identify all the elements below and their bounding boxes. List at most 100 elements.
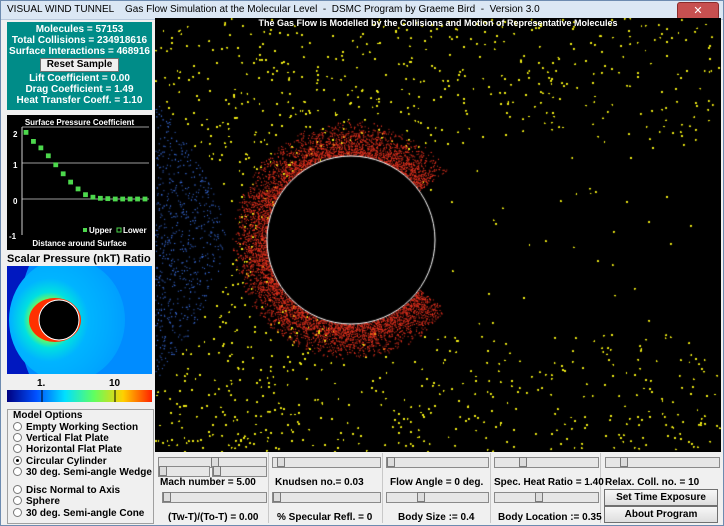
upper-point [113,197,118,201]
radio-icon [13,443,22,453]
heat-ratio-label: Spec. Heat Ratio = 1.40 [494,477,604,488]
legend-upper-label: Upper [89,226,112,235]
upper-point [83,192,88,197]
temperature-ratio-label: (Tw-T)/(To-T) = 0.00 [168,512,259,523]
slider-thumb[interactable] [417,492,425,502]
radio-icon [13,484,22,494]
option-label: Vertical Flat Plate [26,433,109,444]
option-label: Circular Cylinder [26,456,107,467]
divider [268,453,269,523]
statistics-panel: Molecules = 57153 Total Collisions = 234… [7,22,152,110]
relaxation-slider[interactable] [605,457,720,468]
upper-point [46,153,51,158]
body-size-label: Body Size := 0.4 [398,512,475,523]
slider-thumb[interactable] [387,457,395,467]
option-cone[interactable]: 30 deg. Semi-angle Cone [13,507,145,519]
lift-coefficient: Lift Coefficient = 0.00 [29,73,130,84]
option-disc-normal[interactable]: Disc Normal to Axis [13,484,121,496]
tick-label: 2 [13,130,18,139]
surface-interactions: Surface Interactions = 468916 [9,46,150,57]
upper-point [31,139,36,144]
option-label: 30 deg. Semi-angle Cone [26,508,145,519]
close-icon: ✕ [693,4,703,17]
pressure-coefficient-chart: Surface Pressure Coefficient 2 1 0 -1 Up… [7,115,152,250]
scale-high-label: 10 [109,378,121,389]
window-title: VISUAL WIND TUNNEL Gas Flow Simulation a… [7,4,540,15]
heat-transfer-coefficient: Heat Transfer Coeff. = 1.10 [16,95,143,106]
scale-low-label: 1. [37,378,46,389]
divider [382,453,383,523]
slider-thumb[interactable] [213,466,221,476]
upper-point [38,145,43,150]
radio-icon [13,507,22,517]
slider-thumb[interactable] [159,466,167,476]
flow-simulation-view [155,18,721,452]
model-options-title: Model Options [12,410,84,421]
legend-lower-swatch [116,227,122,233]
upper-point [105,196,110,201]
mach-fine-slider-2[interactable] [212,466,267,477]
upper-point [143,197,147,201]
temperature-ratio-slider[interactable] [162,492,267,503]
heat-ratio-slider[interactable] [494,457,599,468]
upper-point [53,162,58,167]
option-vertical-flat-plate[interactable]: Vertical Flat Plate [13,432,109,444]
option-label: Horizontal Flat Plate [26,444,123,455]
about-program-button[interactable]: About Program [604,506,718,523]
option-label: Disc Normal to Axis [26,485,121,496]
body-location-label: Body Location := 0.35 [498,512,602,523]
radio-icon [13,495,22,505]
total-collisions: Total Collisions = 234918616 [11,35,148,46]
upper-point [61,171,66,176]
upper-point [76,186,81,191]
specular-slider[interactable] [272,492,381,503]
tick-label: 0 [13,197,18,206]
slider-thumb[interactable] [163,492,171,502]
upper-point [68,180,73,185]
flow-angle-label: Flow Angle = 0 deg. [390,477,484,488]
body-location-slider[interactable] [494,492,599,503]
upper-point [135,197,140,201]
reset-sample-button[interactable]: Reset Sample [39,58,120,72]
slider-thumb[interactable] [620,457,628,467]
option-label: 30 deg. Semi-angle Wedge [26,467,152,478]
option-horizontal-flat-plate[interactable]: Horizontal Flat Plate [13,443,123,455]
option-empty-working-section[interactable]: Empty Working Section [13,421,139,433]
set-time-exposure-button[interactable]: Set Time Exposure [604,489,718,506]
relaxation-label: Relax. Coll. no. = 10 [605,477,700,488]
upper-point [98,196,103,201]
chart-plot: 2 1 0 -1 Upper Lower [9,126,149,241]
mach-number-label: Mach number = 5.00 [160,477,256,488]
drag-coefficient: Drag Coefficient = 1.49 [25,84,134,95]
option-label: Empty Working Section [26,422,139,433]
specular-label: % Specular Refl. = 0 [277,512,373,523]
upper-point [120,197,125,201]
molecules-count: Molecules = 57153 [35,24,124,35]
radio-icon [13,466,22,476]
option-label: Sphere [26,496,60,507]
scalar-pressure-label: Scalar Pressure (nkT) Ratio [7,253,151,265]
color-scale-bar: 1. 10 [7,378,152,402]
upper-point [90,195,95,200]
model-options-group: Model Options Empty Working Section Vert… [7,409,154,524]
mach-fine-slider[interactable] [158,466,210,477]
slider-thumb[interactable] [519,457,527,467]
radio-icon [13,432,22,442]
slider-thumb[interactable] [273,492,281,502]
knudsen-slider[interactable] [272,457,381,468]
upper-point [128,197,133,201]
legend-lower-label: Lower [123,226,147,235]
knudsen-label: Knudsen no.= 0.03 [275,477,364,488]
body-size-slider[interactable] [386,492,489,503]
option-sphere[interactable]: Sphere [13,495,60,507]
pressure-contour-map [7,266,152,374]
simulation-title: The Gas Flow is Modelled by the Collisio… [258,18,618,28]
slider-thumb[interactable] [535,492,543,502]
flow-angle-slider[interactable] [386,457,489,468]
option-wedge[interactable]: 30 deg. Semi-angle Wedge [13,466,152,478]
tick-label: 1 [13,161,18,170]
divider [490,453,491,523]
slider-thumb[interactable] [277,457,285,467]
option-circular-cylinder[interactable]: Circular Cylinder [13,455,107,467]
radio-selected-icon [13,455,22,465]
